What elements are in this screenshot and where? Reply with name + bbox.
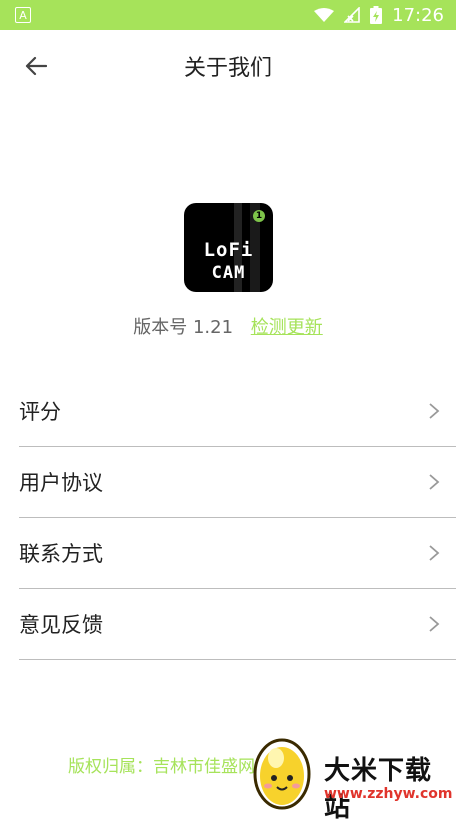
battery-charging-icon (370, 6, 383, 24)
menu-item-label: 用户协议 (19, 471, 103, 495)
status-icons: 17:26 (314, 0, 444, 30)
chevron-right-icon (429, 403, 440, 419)
app-logo: 1 LoFi CAM (184, 203, 273, 292)
logo-text-line1: LoFi (203, 239, 254, 261)
menu-item-feedback[interactable]: 意见反馈 (19, 589, 456, 660)
chevron-right-icon (429, 545, 440, 561)
menu-item-contact[interactable]: 联系方式 (19, 518, 456, 589)
check-update-link[interactable]: 检测更新 (251, 317, 323, 338)
watermark: 大米下载站 www.zzhyw.com (250, 732, 456, 823)
page-title: 关于我们 (183, 56, 272, 81)
header: 关于我们 (0, 30, 456, 102)
watermark-url: www.zzhyw.com (324, 786, 453, 802)
no-signal-icon (344, 7, 360, 23)
menu-item-user-agreement[interactable]: 用户协议 (19, 447, 456, 518)
version-row: 版本号 1.21 检测更新 (0, 313, 456, 339)
menu-item-label: 评分 (19, 400, 61, 424)
wifi-icon (314, 8, 335, 22)
clock: 17:26 (392, 4, 444, 26)
app-notification-icon: A (15, 7, 31, 23)
menu-item-label: 意见反馈 (19, 613, 103, 637)
version-label: 版本号 1.21 (133, 317, 234, 338)
status-bar: A 17:26 (0, 0, 456, 30)
logo-badge: 1 (253, 210, 265, 222)
menu-item-rating[interactable]: 评分 (19, 376, 456, 447)
mascot-egg-icon (253, 738, 311, 810)
logo-text-line2: CAM (211, 263, 246, 283)
settings-menu: 评分 用户协议 联系方式 意见反馈 (19, 376, 456, 660)
chevron-right-icon (429, 616, 440, 632)
chevron-right-icon (429, 474, 440, 490)
copyright-text: 版权归属：吉林市佳盛网 (68, 757, 255, 777)
menu-item-label: 联系方式 (19, 542, 103, 566)
